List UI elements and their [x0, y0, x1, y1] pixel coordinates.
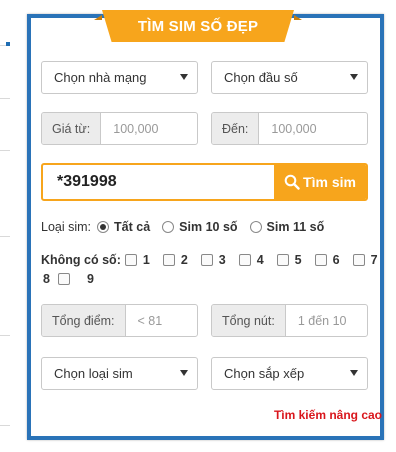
price-to-label: Đến: — [212, 113, 260, 144]
digit-label: 5 — [294, 253, 302, 267]
digit-label: 4 — [256, 253, 264, 267]
search-icon — [284, 174, 300, 190]
radio-unselected-icon[interactable] — [249, 221, 262, 233]
exclude-digit-9[interactable]: 9 — [87, 272, 94, 286]
background-divider — [0, 425, 10, 426]
digit-label: 6 — [332, 253, 340, 267]
background-divider — [0, 150, 10, 151]
exclude-digit-8[interactable]: 8 — [43, 272, 74, 286]
price-to-field[interactable]: Đến: 100,000 — [211, 112, 368, 145]
checkbox-icon[interactable] — [276, 254, 289, 266]
background-marker — [6, 42, 10, 46]
exclude-digit-5[interactable]: 5 — [276, 253, 302, 267]
total-points-input[interactable]: < 81 — [126, 305, 175, 336]
sim-search-bar: *391998 Tìm sim — [41, 163, 368, 201]
panel-title: TÌM SIM SỐ ĐẸP — [102, 10, 294, 42]
network-select-label: Chọn nhà mạng — [54, 70, 147, 85]
caret-down-icon — [180, 74, 188, 80]
digit-label: 1 — [142, 253, 150, 267]
total-nodes-field[interactable]: Tổng nút: 1 đến 10 — [211, 304, 368, 337]
title-ribbon-fold-right — [294, 10, 302, 20]
exclude-digits-row: Không có số: 1 2 3 4 5 6 7 — [41, 252, 378, 268]
sim-category-select-label: Chọn loại sim — [54, 366, 133, 381]
sim-type-10-label: Sim 10 số — [179, 220, 238, 234]
checkbox-icon[interactable] — [200, 254, 213, 266]
sim-type-label: Loại sim: — [41, 220, 92, 234]
radio-unselected-icon[interactable] — [162, 221, 175, 233]
digit-label: 2 — [180, 253, 188, 267]
prefix-select-label: Chọn đầu số — [224, 70, 298, 85]
checkbox-icon[interactable] — [124, 254, 137, 266]
digit-label: 8 — [43, 272, 50, 286]
search-button[interactable]: Tìm sim — [274, 165, 366, 199]
exclude-digit-7[interactable]: 7 — [352, 253, 378, 267]
network-select[interactable]: Chọn nhà mạng — [41, 61, 198, 94]
background-divider — [0, 98, 10, 99]
total-points-label: Tổng điểm: — [42, 305, 126, 336]
exclude-digit-2[interactable]: 2 — [162, 253, 188, 267]
search-button-label: Tìm sim — [303, 174, 356, 190]
total-nodes-input[interactable]: 1 đến 10 — [286, 305, 359, 336]
sort-select-label: Chọn sắp xếp — [224, 366, 305, 381]
checkbox-icon[interactable] — [238, 254, 251, 266]
exclude-digits-row-2: 8 9 — [43, 271, 107, 287]
background-divider — [0, 236, 10, 237]
radio-selected-icon[interactable] — [97, 221, 110, 233]
price-from-field[interactable]: Giá từ: 100,000 — [41, 112, 198, 145]
sort-select[interactable]: Chọn sắp xếp — [211, 357, 368, 390]
checkbox-icon[interactable] — [57, 273, 70, 285]
caret-down-icon — [350, 74, 358, 80]
prefix-select[interactable]: Chọn đầu số — [211, 61, 368, 94]
exclude-digit-6[interactable]: 6 — [314, 253, 340, 267]
sim-type-11-label: Sim 11 số — [266, 220, 325, 234]
search-input[interactable]: *391998 — [43, 165, 274, 199]
sim-type-10-option[interactable]: Sim 10 số — [162, 220, 238, 234]
checkbox-icon[interactable] — [314, 254, 327, 266]
caret-down-icon — [350, 370, 358, 376]
sim-type-11-option[interactable]: Sim 11 số — [249, 220, 325, 234]
sim-type-all-label: Tất cả — [114, 220, 151, 234]
total-nodes-label: Tổng nút: — [212, 305, 286, 336]
digit-label: 9 — [86, 272, 94, 286]
caret-down-icon — [180, 370, 188, 376]
digit-label: 3 — [218, 253, 226, 267]
exclude-digit-1[interactable]: 1 — [124, 253, 150, 267]
sim-category-select[interactable]: Chọn loại sim — [41, 357, 198, 390]
exclude-digit-4[interactable]: 4 — [238, 253, 264, 267]
background-divider — [0, 335, 10, 336]
exclude-digits-label: Không có số: — [41, 253, 121, 267]
advanced-search-link[interactable]: Tìm kiếm nâng cao — [274, 408, 382, 422]
sim-type-all-option[interactable]: Tất cả — [97, 220, 150, 234]
price-to-input[interactable]: 100,000 — [259, 113, 328, 144]
title-ribbon-fold-left — [94, 10, 102, 20]
price-from-input[interactable]: 100,000 — [101, 113, 170, 144]
exclude-digit-3[interactable]: 3 — [200, 253, 226, 267]
checkbox-icon[interactable] — [352, 254, 365, 266]
checkbox-icon[interactable] — [162, 254, 175, 266]
digit-label: 7 — [370, 253, 378, 267]
sim-type-row: Loại sim: Tất cả Sim 10 số Sim 11 số — [41, 219, 336, 235]
price-from-label: Giá từ: — [42, 113, 102, 144]
total-points-field[interactable]: Tổng điểm: < 81 — [41, 304, 198, 337]
